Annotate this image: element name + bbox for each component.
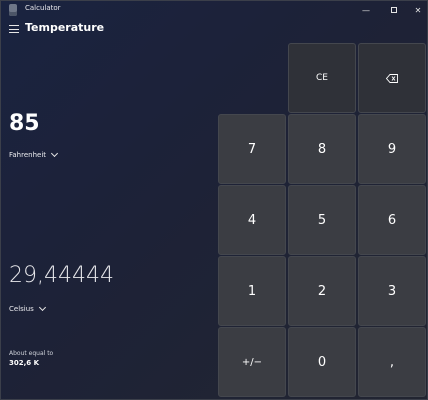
- digit-0-button[interactable]: 0: [288, 327, 356, 397]
- chevron-down-icon: [38, 303, 46, 312]
- digit-7-button[interactable]: 7: [218, 114, 286, 184]
- title-bar: Calculator — ✕: [1, 1, 427, 19]
- close-button[interactable]: ✕: [403, 1, 428, 19]
- digit-2-button[interactable]: 2: [288, 256, 356, 326]
- to-unit-label: Celsius: [9, 305, 34, 313]
- digit-6-button[interactable]: 6: [358, 185, 426, 255]
- minimize-button[interactable]: —: [351, 1, 381, 19]
- to-unit-dropdown[interactable]: Celsius: [9, 303, 46, 313]
- app-title: Calculator: [25, 4, 61, 12]
- from-unit-dropdown[interactable]: Fahrenheit: [9, 149, 59, 159]
- digit-3-button[interactable]: 3: [358, 256, 426, 326]
- from-unit-label: Fahrenheit: [9, 151, 47, 159]
- input-value[interactable]: 85: [9, 111, 40, 136]
- hamburger-icon[interactable]: [9, 25, 19, 33]
- calculator-window: Calculator — ✕ Temperature 85 Fahrenheit…: [0, 0, 428, 400]
- digit-1-button[interactable]: 1: [218, 256, 286, 326]
- digit-9-button[interactable]: 9: [358, 114, 426, 184]
- mode-title: Temperature: [25, 21, 105, 34]
- negate-button[interactable]: +/−: [218, 327, 286, 397]
- backspace-icon: [386, 73, 398, 83]
- close-icon: ✕: [414, 5, 422, 15]
- minimize-icon: —: [362, 5, 370, 15]
- output-value[interactable]: 29,44444: [9, 263, 114, 288]
- chevron-down-icon: [50, 149, 59, 158]
- clear-entry-button[interactable]: CE: [288, 43, 356, 113]
- digit-5-button[interactable]: 5: [288, 185, 356, 255]
- backspace-button[interactable]: [358, 43, 426, 113]
- calculator-icon: [9, 4, 17, 16]
- about-equal-value: 302,6 K: [9, 359, 40, 367]
- digit-8-button[interactable]: 8: [288, 114, 356, 184]
- about-equal-label: About equal to: [9, 350, 54, 357]
- maximize-icon: [391, 7, 397, 13]
- decimal-button[interactable]: ,: [358, 327, 426, 397]
- digit-4-button[interactable]: 4: [218, 185, 286, 255]
